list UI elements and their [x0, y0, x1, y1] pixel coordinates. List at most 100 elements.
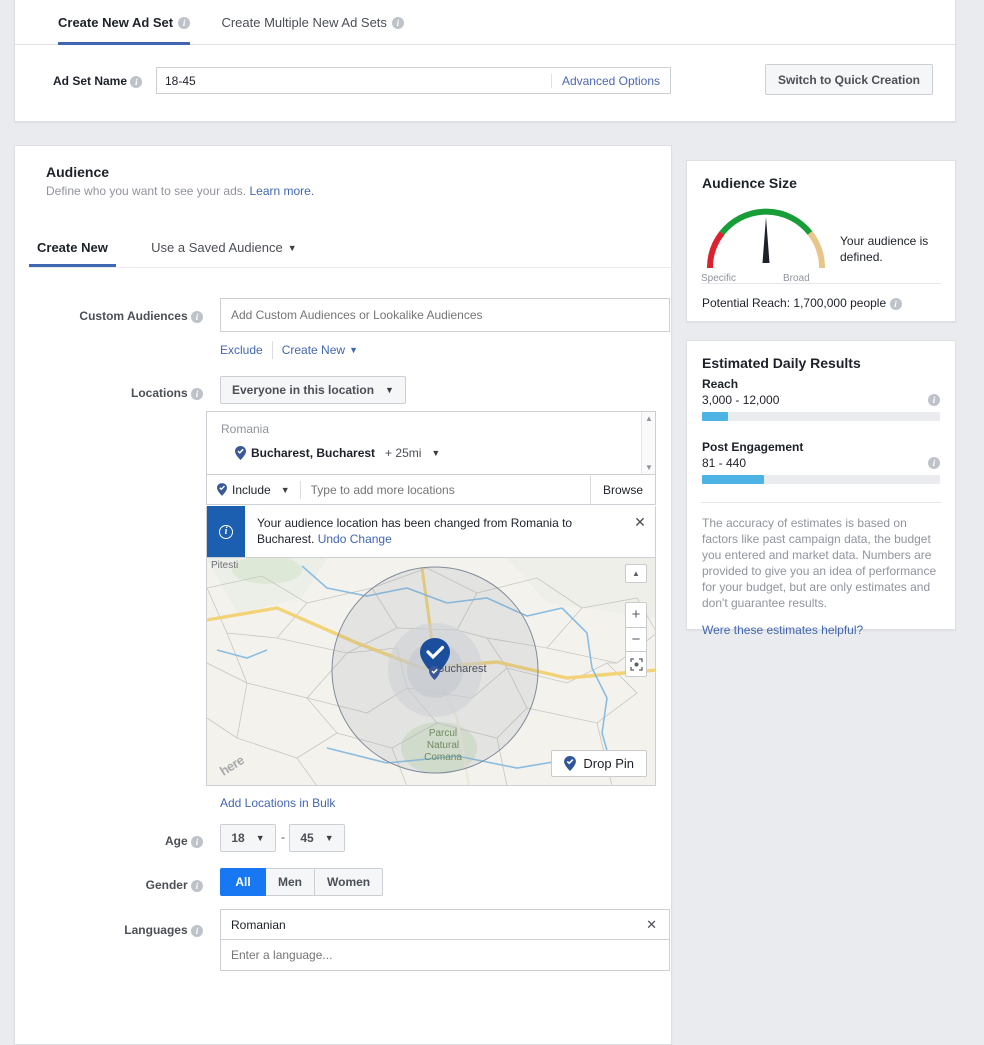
- location-include-value: Include: [232, 482, 271, 497]
- audience-heading: Audience: [46, 164, 110, 180]
- language-search-input[interactable]: [221, 948, 669, 962]
- languages-label-text: Languages: [124, 923, 188, 937]
- browse-locations-button[interactable]: Browse: [589, 475, 655, 504]
- ad-set-name-field-wrap: Advanced Options: [156, 67, 671, 94]
- notice-message-text: Your audience location has been changed …: [257, 516, 573, 546]
- audience-subtitle-text: Define who you want to see your ads.: [46, 184, 247, 198]
- chevron-down-icon: ▼: [385, 385, 394, 395]
- metric-post-engagement-name: Post Engagement: [702, 440, 804, 454]
- map-zoom-out-button[interactable]: −: [625, 627, 647, 652]
- location-include-dropdown[interactable]: Include ▼: [207, 475, 300, 504]
- info-icon[interactable]: i: [928, 394, 940, 406]
- gender-toggle-group: All Men Women: [220, 868, 384, 896]
- add-locations-bulk-link[interactable]: Add Locations in Bulk: [220, 796, 335, 810]
- tab-create-new-audience[interactable]: Create New: [29, 228, 116, 267]
- tab-create-new-ad-set-label: Create New Ad Set: [58, 15, 174, 30]
- audience-size-title: Audience Size: [702, 175, 797, 191]
- gender-option-men[interactable]: Men: [266, 868, 315, 896]
- scroll-up-icon[interactable]: ▲: [642, 412, 656, 425]
- divider: [701, 502, 941, 503]
- gender-label: Gender i: [43, 878, 203, 892]
- gender-option-women[interactable]: Women: [315, 868, 384, 896]
- close-icon[interactable]: ✕: [625, 506, 655, 557]
- map-pin-icon: [217, 483, 227, 496]
- locations-label: Locations i: [43, 386, 203, 400]
- advanced-options-link[interactable]: Advanced Options: [550, 73, 670, 88]
- location-search-input[interactable]: [300, 475, 590, 504]
- undo-change-link[interactable]: Undo Change: [318, 532, 392, 546]
- learn-more-link[interactable]: Learn more.: [249, 184, 314, 198]
- metric-reach: Reach 3,000 - 12,000 i: [702, 377, 940, 421]
- locations-scrollbar[interactable]: ▲ ▼: [641, 412, 655, 474]
- map-label-pitesti: Pitesti: [211, 560, 239, 571]
- tab-create-new-ad-set[interactable]: Create New Ad Set i: [58, 0, 191, 45]
- map-compass-button[interactable]: ▲: [625, 564, 647, 583]
- ad-set-name-input[interactable]: [157, 68, 551, 93]
- age-label: Age i: [43, 834, 203, 848]
- gender-label-text: Gender: [145, 878, 188, 892]
- estimates-disclaimer: The accuracy of estimates is based on fa…: [702, 516, 937, 610]
- tab-use-saved-audience[interactable]: Use a Saved Audience ▼: [143, 228, 304, 267]
- tab-create-multiple-ad-sets[interactable]: Create Multiple New Ad Sets i: [221, 0, 404, 45]
- audience-panel: Audience Define who you want to see your…: [14, 145, 673, 1045]
- map-label-park: Parcul Natural Comana: [424, 728, 462, 763]
- location-scope-dropdown[interactable]: Everyone in this location ▼: [220, 376, 406, 404]
- chevron-down-icon: ▼: [287, 242, 297, 253]
- divider: [701, 283, 941, 284]
- ad-set-name-label-text: Ad Set Name: [53, 74, 128, 88]
- create-new-audience-link[interactable]: Create New: [282, 343, 345, 357]
- info-icon[interactable]: i: [178, 16, 191, 29]
- map-pin-small-icon: [429, 666, 440, 680]
- info-icon[interactable]: i: [191, 835, 203, 848]
- location-selected-name: Bucharest, Bucharest: [251, 446, 376, 460]
- gauge-label-specific: Specific: [701, 273, 737, 284]
- audience-subtitle: Define who you want to see your ads. Lea…: [46, 184, 314, 198]
- chevron-down-icon[interactable]: ▼: [431, 448, 440, 458]
- tab-create-multiple-ad-sets-label: Create Multiple New Ad Sets: [221, 15, 387, 30]
- estimated-daily-results-card: Estimated Daily Results Reach 3,000 - 12…: [686, 340, 956, 637]
- location-map[interactable]: Pitesti Bucharest Parcul Natural Comana …: [206, 558, 656, 786]
- info-icon[interactable]: i: [130, 75, 143, 88]
- info-icon[interactable]: i: [191, 387, 203, 400]
- audience-status-text: Your audience is defined.: [840, 234, 929, 264]
- audience-size-gauge: Specific Broad Your audience is defined.: [687, 191, 955, 284]
- map-pin-icon: [235, 446, 246, 460]
- drop-pin-button[interactable]: Drop Pin: [551, 750, 647, 777]
- custom-audiences-input[interactable]: [220, 298, 670, 332]
- custom-audiences-label: Custom Audiences i: [43, 309, 203, 323]
- location-radius-value[interactable]: + 25mi: [385, 446, 421, 460]
- tab-use-saved-audience-label: Use a Saved Audience: [151, 240, 283, 255]
- age-label-text: Age: [164, 834, 188, 848]
- language-selected-value: Romanian: [231, 917, 286, 932]
- info-icon[interactable]: i: [928, 457, 940, 469]
- locations-list-box: Romania Bucharest, Bucharest + 25mi ▼ ▲ …: [206, 411, 656, 475]
- location-scope-value: Everyone in this location: [232, 383, 375, 397]
- metric-post-engagement-value: 81 - 440: [702, 456, 747, 470]
- info-icon[interactable]: i: [191, 310, 203, 323]
- age-min-value: 18: [231, 831, 245, 845]
- switch-to-quick-creation-button[interactable]: Switch to Quick Creation: [765, 64, 933, 95]
- chevron-down-icon: ▼: [280, 484, 290, 495]
- info-icon[interactable]: i: [889, 297, 902, 310]
- locations-add-row: Include ▼ Browse: [206, 475, 656, 505]
- scroll-down-icon[interactable]: ▼: [642, 461, 656, 474]
- map-zoom-in-button[interactable]: +: [625, 602, 647, 627]
- gender-option-all[interactable]: All: [220, 868, 266, 896]
- info-icon[interactable]: i: [191, 924, 203, 937]
- map-recenter-button[interactable]: [625, 652, 647, 677]
- location-selected-item[interactable]: Bucharest, Bucharest + 25mi ▼: [235, 446, 440, 460]
- estimates-feedback-link[interactable]: Were these estimates helpful?: [702, 623, 863, 637]
- info-icon[interactable]: i: [391, 16, 404, 29]
- metric-reach-bar-track: [702, 412, 940, 421]
- close-icon[interactable]: ✕: [634, 917, 669, 933]
- potential-reach-row: Potential Reach: 1,700,000 people i: [702, 296, 955, 310]
- age-max-dropdown[interactable]: 45 ▼: [289, 824, 345, 852]
- potential-reach-text: Potential Reach: 1,700,000 people: [702, 296, 887, 310]
- exclude-link[interactable]: Exclude: [220, 343, 263, 357]
- ad-set-name-row: Ad Set Name i Advanced Options Switch to…: [15, 45, 955, 122]
- metric-post-engagement-bar-fill: [702, 475, 764, 484]
- info-icon[interactable]: i: [191, 879, 203, 892]
- divider: [271, 341, 273, 359]
- crosshair-icon: [629, 657, 643, 671]
- age-min-dropdown[interactable]: 18 ▼: [220, 824, 276, 852]
